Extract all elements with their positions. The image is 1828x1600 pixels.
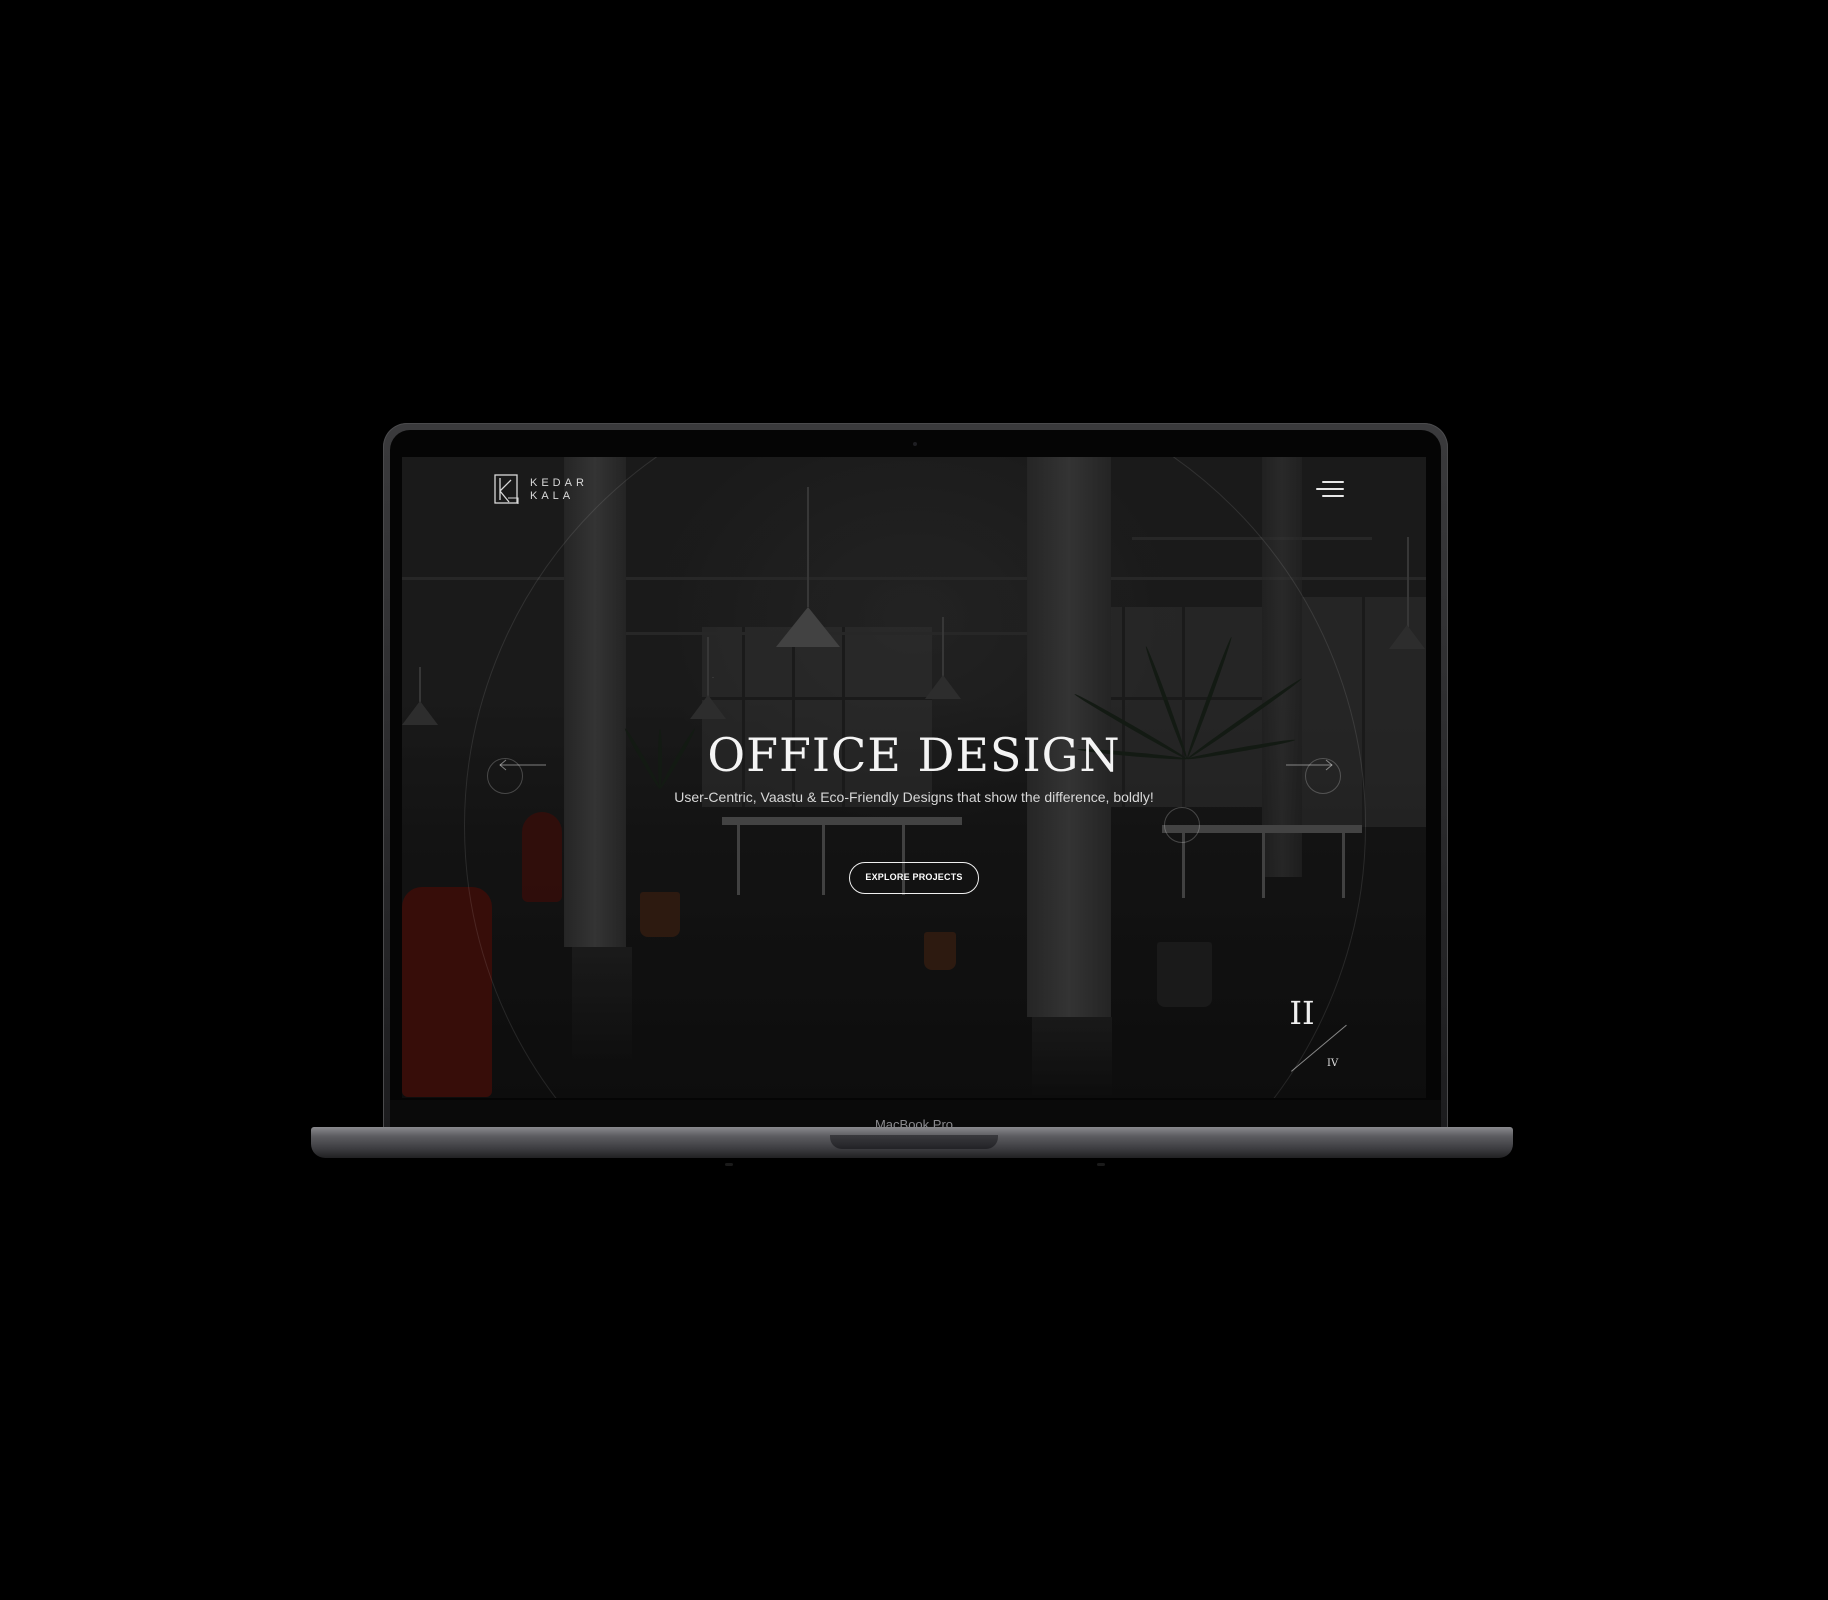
brand-line-1: KEDAR [530, 477, 588, 489]
laptop-notch [830, 1135, 998, 1149]
website-screen: KEDAR KALA OFFICE DESIGN User-Centric, V… [402, 457, 1426, 1098]
explore-projects-button[interactable]: EXPLORE PROJECTS [849, 862, 979, 894]
slide-current-number: II [1289, 994, 1315, 1032]
laptop-foot [725, 1163, 733, 1166]
brand-line-2: KALA [530, 490, 575, 502]
kedar-kala-logo-mark [494, 474, 519, 504]
brand-logo[interactable]: KEDAR KALA [494, 474, 588, 506]
hero-subtitle: User-Centric, Vaastu & Eco-Friendly Desi… [674, 789, 1154, 805]
slide-total-number: IV [1327, 1058, 1339, 1069]
brand-name: KEDAR KALA [530, 477, 588, 503]
webcam [913, 442, 917, 446]
hero-title: OFFICE DESIGN [707, 728, 1121, 782]
hamburger-menu-icon[interactable] [1312, 479, 1344, 501]
laptop-foot [1097, 1163, 1105, 1166]
decorative-dot [1164, 807, 1200, 843]
